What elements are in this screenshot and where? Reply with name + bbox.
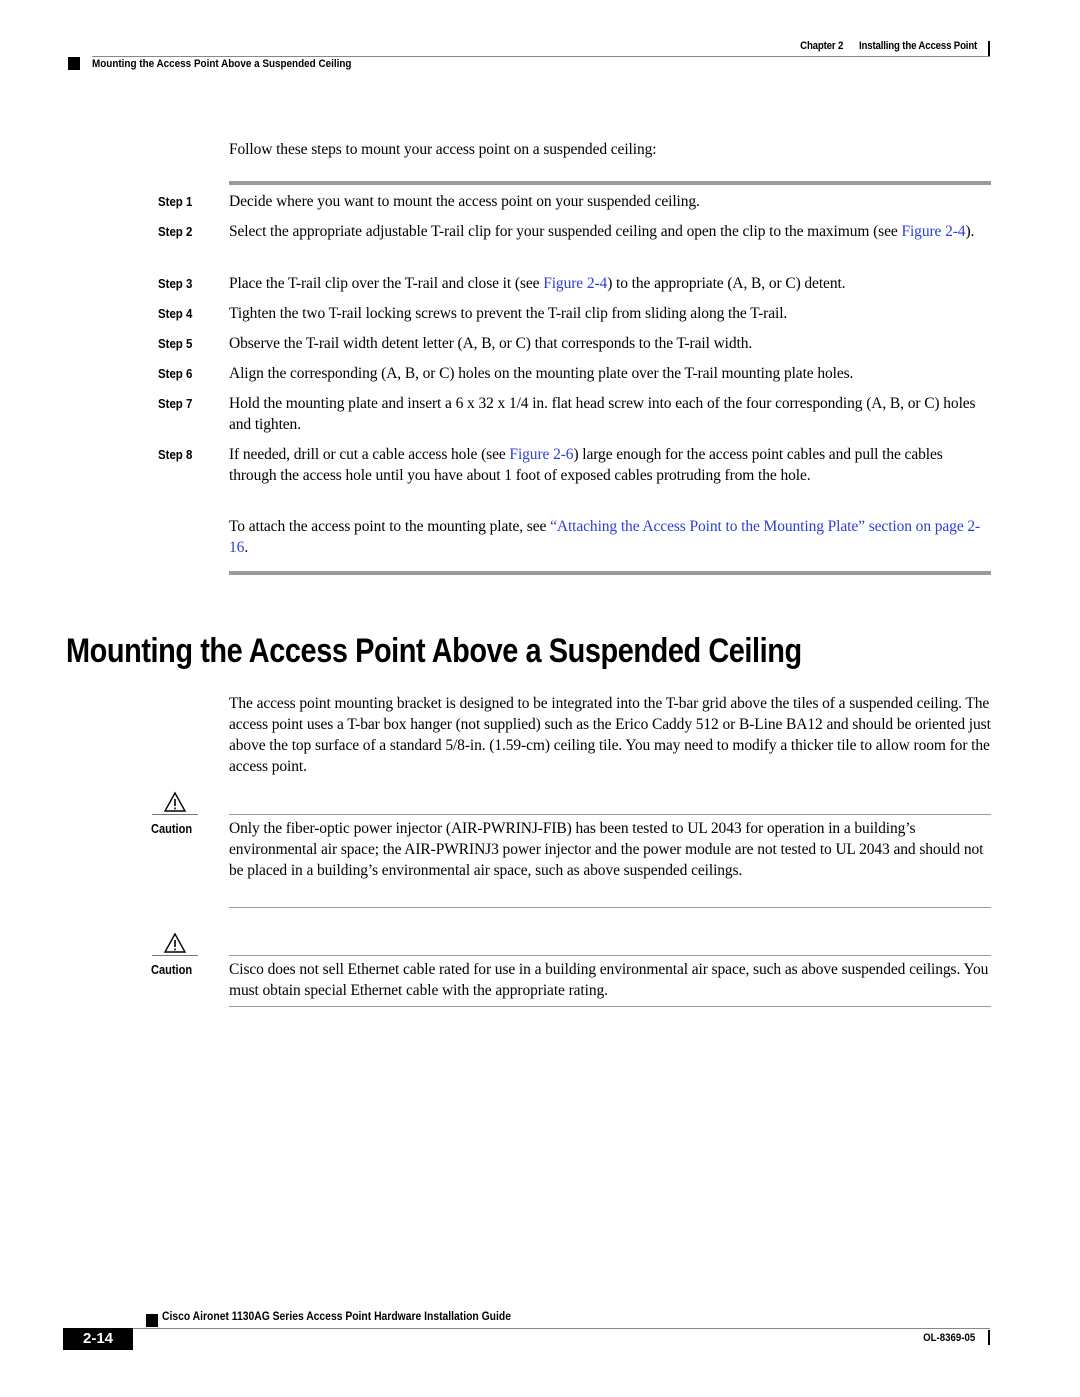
chapter-title: Installing the Access Point [858, 40, 977, 52]
step-label: Step 2 [158, 224, 193, 239]
procedure-followup: To attach the access point to the mounti… [229, 516, 991, 558]
figure-link[interactable]: Figure 2-6 [509, 446, 573, 463]
step-label: Step 3 [158, 276, 193, 291]
step-text: Align the corresponding (A, B, or C) hol… [229, 365, 854, 382]
running-header-section: Mounting the Access Point Above a Suspen… [92, 58, 352, 70]
section-body: The access point mounting bracket is des… [229, 695, 991, 775]
chapter-number: Chapter 2 [800, 40, 844, 52]
step-text-part: Select the appropriate adjustable T-rail… [229, 223, 902, 240]
caution-text: Only the fiber-optic power injector (AIR… [229, 820, 984, 879]
header-right-bar [988, 41, 990, 56]
step-label: Step 7 [158, 396, 193, 411]
step-text-part: Place the T-rail clip over the T-rail an… [229, 275, 544, 292]
figure-link[interactable]: Figure 2-4 [901, 223, 965, 240]
running-header-chapter: Chapter 2 Installing the Access Point [800, 40, 977, 52]
followup-text: To attach the access point to the mounti… [229, 518, 551, 535]
step-text: Decide where you want to mount the acces… [229, 193, 700, 210]
step-label: Step 6 [158, 366, 193, 381]
caution-top-rule [229, 814, 991, 815]
document-number: OL-8369-05 [922, 1332, 975, 1344]
step-text: If needed, drill or cut a cable access h… [229, 444, 991, 486]
figure-link[interactable]: Figure 2-4 [543, 275, 607, 292]
footer-right-bar [988, 1330, 990, 1345]
step-label: Step 4 [158, 306, 193, 321]
step-text-part: If needed, drill or cut a cable access h… [229, 446, 510, 463]
caution-label: Caution [151, 962, 193, 977]
caution-icon-underline [152, 955, 198, 956]
footer-rule [132, 1328, 990, 1329]
caution-text: Cisco does not sell Ethernet cable rated… [229, 961, 989, 999]
step-text-part: ). [965, 223, 975, 240]
procedure-intro: Follow these steps to mount your access … [229, 141, 657, 158]
caution-label: Caution [151, 821, 193, 836]
step-text: Tighten the two T-rail locking screws to… [229, 305, 788, 322]
step-label: Step 8 [158, 447, 193, 462]
caution-top-rule [229, 955, 991, 956]
step-text: Select the appropriate adjustable T-rail… [229, 221, 991, 242]
procedure-top-rule [229, 181, 991, 185]
caution-bottom-rule [229, 907, 991, 908]
step-text: Place the T-rail clip over the T-rail an… [229, 273, 991, 294]
warning-triangle-icon [163, 791, 187, 812]
caution-bottom-rule [229, 1006, 991, 1007]
section-title: Mounting the Access Point Above a Suspen… [66, 632, 802, 670]
step-label: Step 5 [158, 336, 193, 351]
header-square-marker [68, 57, 80, 70]
warning-triangle-icon [163, 932, 187, 953]
step-text-part: ) to the appropriate (A, B, or C) detent… [607, 275, 846, 292]
procedure-bottom-rule [229, 571, 991, 575]
step-text: Observe the T-rail width detent letter (… [229, 335, 753, 352]
page-number: 2-14 [63, 1328, 133, 1350]
footer-square-marker [146, 1314, 158, 1327]
followup-text: . [244, 539, 249, 556]
step-text: Hold the mounting plate and insert a 6 x… [229, 395, 976, 433]
header-rule [92, 56, 990, 57]
step-label: Step 1 [158, 194, 193, 209]
footer-guide-title: Cisco Aironet 1130AG Series Access Point… [162, 1311, 511, 1323]
caution-icon-underline [152, 814, 198, 815]
